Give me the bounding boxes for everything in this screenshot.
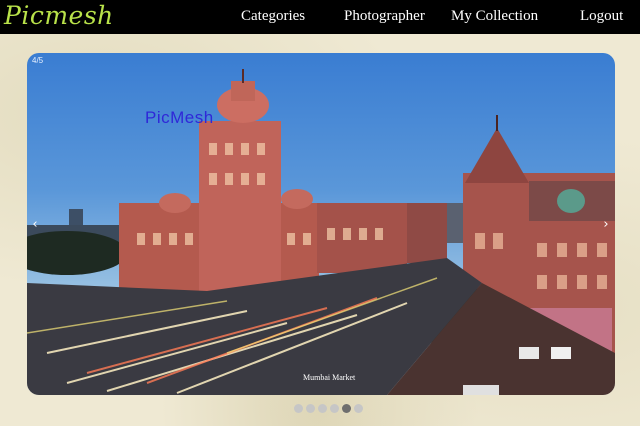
slide-dot-1[interactable]: [294, 404, 303, 413]
nav-photographer-link[interactable]: Photographer: [344, 8, 425, 25]
slide-dot-2[interactable]: [306, 404, 315, 413]
nav-my-collection-link[interactable]: My Collection: [451, 8, 538, 25]
chevron-right-icon[interactable]: ›: [600, 217, 612, 233]
slide-dot-6[interactable]: [354, 404, 363, 413]
slide-indicator: [294, 404, 363, 416]
nav-categories-link[interactable]: Categories: [241, 8, 305, 25]
chevron-left-icon[interactable]: ‹: [29, 217, 41, 233]
nav-logout-link[interactable]: Logout: [580, 8, 623, 25]
slide-counter: 4/5: [32, 56, 44, 65]
picmesh-watermark: PicMesh: [145, 108, 214, 127]
slide-caption: Mumbai Market: [303, 373, 356, 382]
top-navbar: Picmesh Categories Photographer My Colle…: [0, 0, 640, 34]
photo-slide[interactable]: 4/5 PicMesh Mumbai Market ‹ ›: [27, 53, 615, 395]
slide-photo: [27, 69, 615, 395]
site-logo[interactable]: Picmesh: [4, 1, 114, 30]
slide-dot-4[interactable]: [330, 404, 339, 413]
slide-dot-5[interactable]: [342, 404, 351, 413]
slide-dot-3[interactable]: [318, 404, 327, 413]
